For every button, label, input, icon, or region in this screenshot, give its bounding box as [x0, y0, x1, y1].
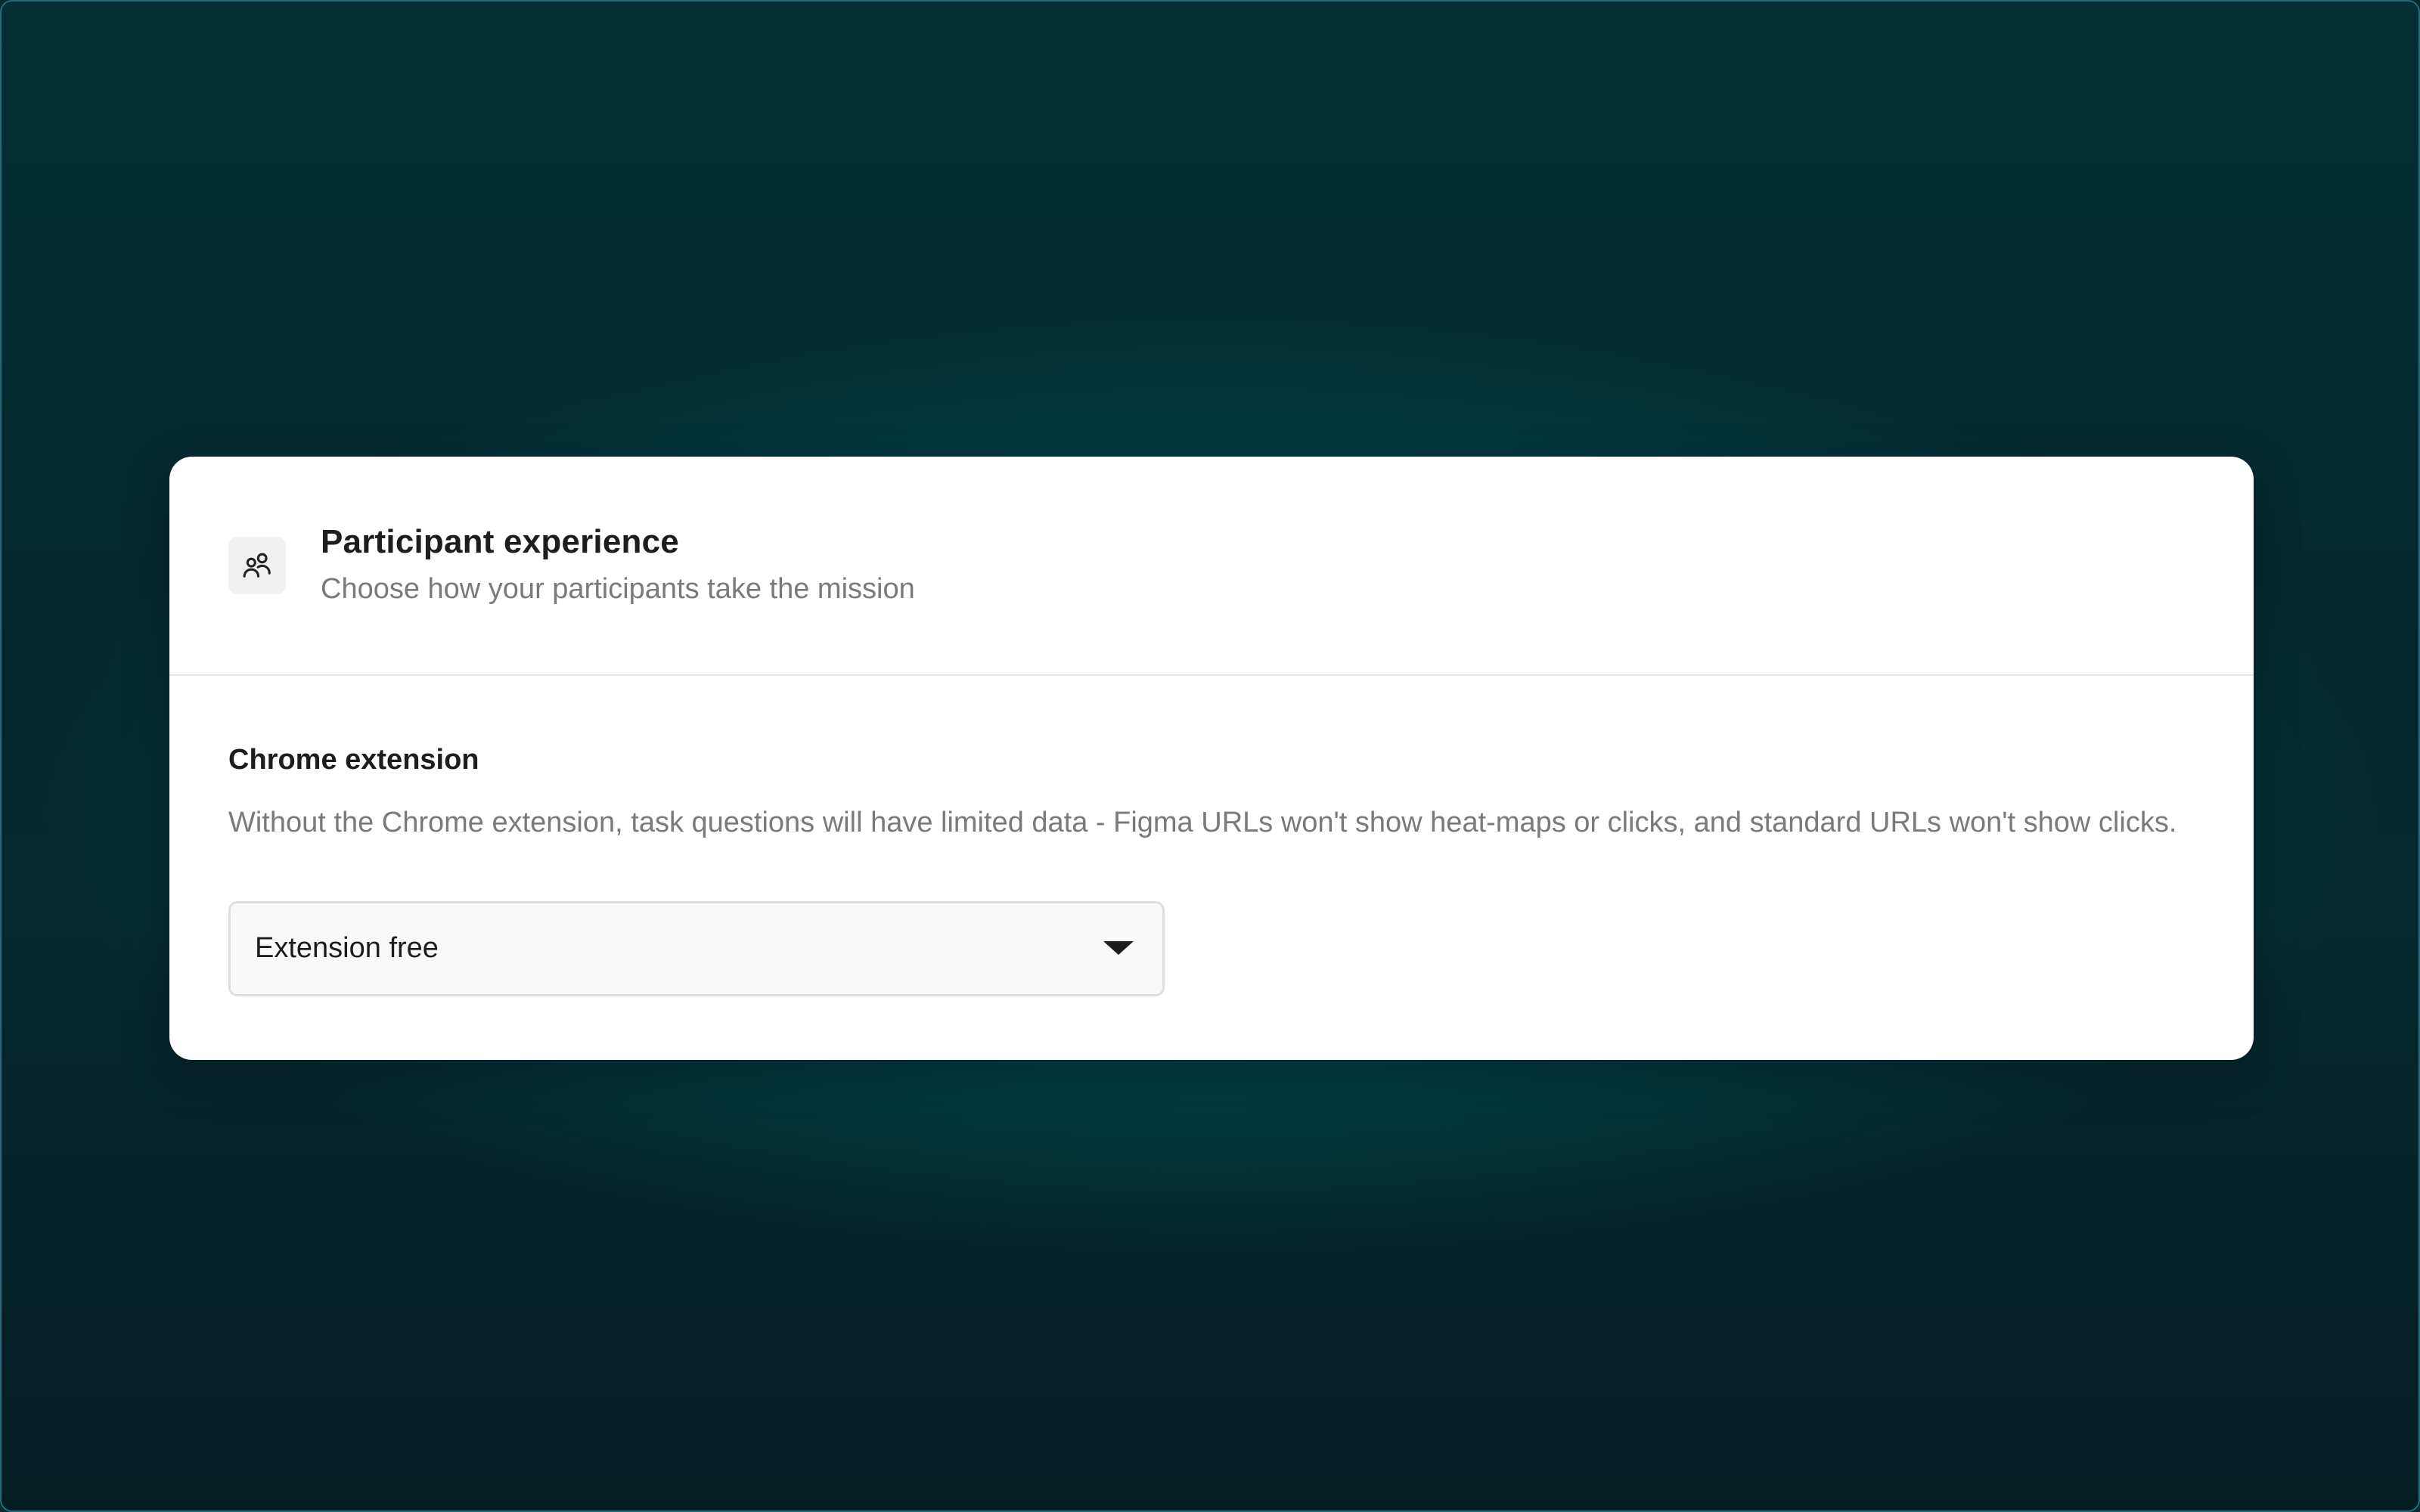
page-title: Participant experience [321, 523, 679, 560]
users-icon [228, 537, 286, 594]
chevron-down-icon [1103, 941, 1134, 955]
extension-mode-select-value: Extension free [255, 932, 439, 964]
extension-mode-select[interactable]: Extension free [228, 901, 1165, 996]
chrome-extension-description: Without the Chrome extension, task quest… [228, 807, 2177, 838]
card-header: Participant experience Choose how your p… [169, 457, 2254, 676]
chrome-extension-label: Chrome extension [228, 744, 479, 776]
page-subtitle: Choose how your participants take the mi… [321, 573, 915, 605]
participant-experience-card: Participant experience Choose how your p… [169, 457, 2254, 1060]
background: Participant experience Choose how your p… [0, 0, 2420, 1512]
